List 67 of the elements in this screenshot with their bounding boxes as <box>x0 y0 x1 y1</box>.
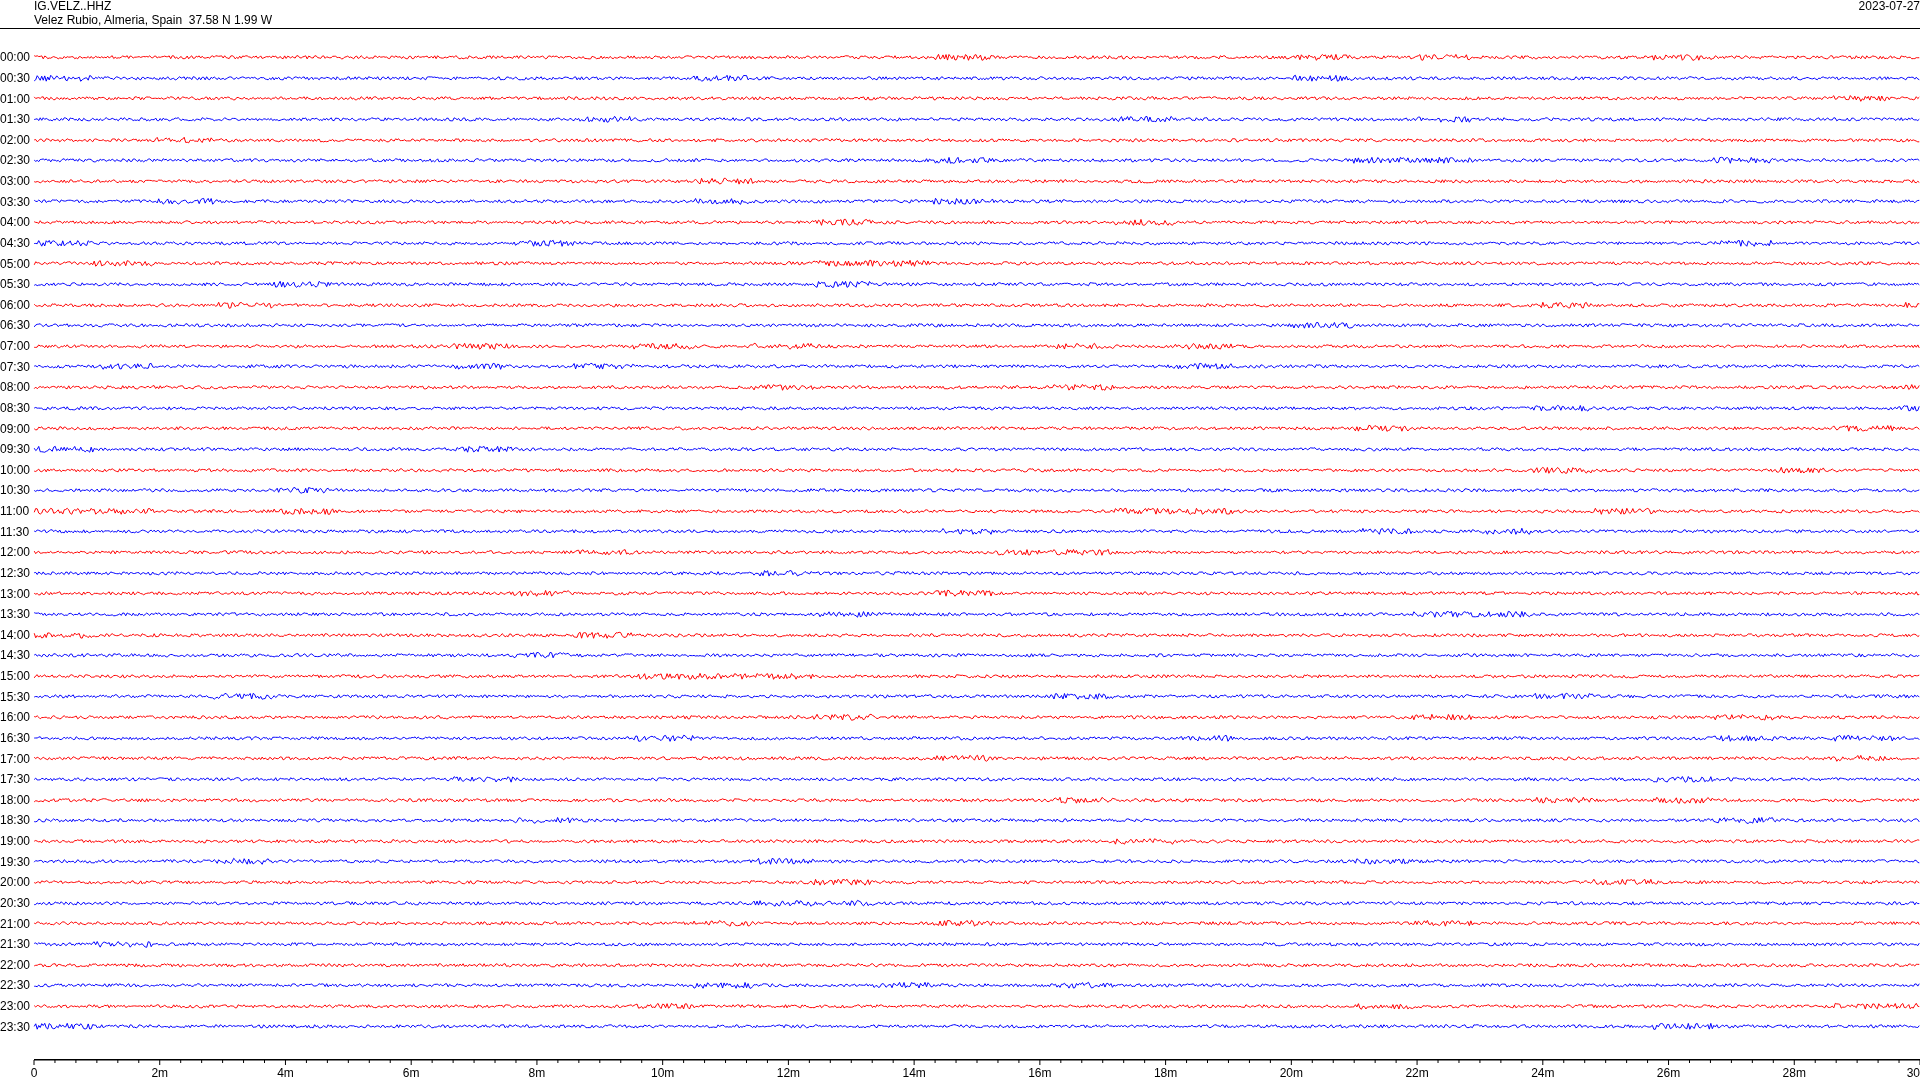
hour-label: 14:00 <box>0 628 32 641</box>
axis-tick-label: 28m <box>1782 1066 1806 1080</box>
hour-label: 09:00 <box>0 422 32 435</box>
axis-tick-label: 24m <box>1531 1066 1555 1080</box>
hour-label: 19:00 <box>0 835 32 848</box>
hour-label: 11:30 <box>0 525 31 538</box>
hour-label: 08:30 <box>0 401 32 414</box>
hour-label: 04:00 <box>0 216 32 229</box>
hour-label: 06:00 <box>0 298 32 311</box>
axis-tick-label: 30 <box>1906 1066 1920 1080</box>
axis-tick-label: 8m <box>528 1066 546 1080</box>
station-code: IG.VELZ..HHZ <box>34 0 113 13</box>
hour-label: 20:30 <box>0 896 32 909</box>
axis-tick-label: 18m <box>1153 1066 1178 1080</box>
hour-label: 23:00 <box>0 1000 32 1013</box>
hour-label: 16:00 <box>0 711 32 724</box>
hour-label: 19:30 <box>0 855 32 868</box>
hour-label: 00:30 <box>0 71 32 84</box>
hour-label: 12:30 <box>0 566 32 579</box>
hour-label: 18:30 <box>0 814 32 827</box>
hour-label: 02:00 <box>0 133 32 146</box>
axis-tick-label: 0 <box>30 1066 38 1080</box>
axis-tick-label: 10m <box>651 1066 675 1080</box>
axis-tick-label: 26m <box>1656 1066 1681 1080</box>
hour-label: 12:00 <box>0 546 32 559</box>
hour-label: 00:00 <box>0 51 32 64</box>
hour-label: 06:30 <box>0 319 32 332</box>
date-label: 2023-07-27 <box>1858 0 1920 15</box>
hour-label: 05:30 <box>0 278 32 291</box>
station-location: Velez Rubio, Almeria, Spain 37.58 N 1.99 W <box>34 14 273 27</box>
axis-tick-label: 14m <box>902 1066 926 1080</box>
axis-tick-label: 20m <box>1279 1066 1303 1080</box>
hour-label: 13:30 <box>0 608 32 621</box>
hour-label: 21:00 <box>0 917 32 930</box>
axis-tick-label: 6m <box>402 1066 420 1080</box>
hour-label: 10:30 <box>0 484 32 497</box>
hour-label: 15:30 <box>0 690 32 703</box>
hour-label: 07:30 <box>0 360 32 373</box>
axis-tick-label: 12m <box>776 1066 801 1080</box>
hour-label: 17:00 <box>0 752 32 765</box>
hour-label: 01:30 <box>0 113 32 126</box>
hour-label: 08:00 <box>0 381 32 394</box>
hour-label: 01:00 <box>0 92 32 105</box>
hour-label: 04:30 <box>0 236 32 249</box>
hour-label: 14:30 <box>0 649 32 662</box>
hour-label: 03:30 <box>0 195 32 208</box>
axis-tick-label: 22m <box>1405 1066 1429 1080</box>
hour-label: 17:30 <box>0 773 32 786</box>
hour-label: 21:30 <box>0 938 32 951</box>
hour-label: 02:30 <box>0 154 32 167</box>
hour-label: 09:30 <box>0 443 32 456</box>
hour-label: 15:00 <box>0 670 32 683</box>
hour-label: 05:00 <box>0 257 32 270</box>
axis-tick-label: 2m <box>151 1066 169 1080</box>
hour-label: 11:00 <box>0 505 31 518</box>
hour-label: 16:30 <box>0 731 32 744</box>
hour-label: 22:00 <box>0 958 32 971</box>
hour-label: 13:00 <box>0 587 32 600</box>
hour-label: 22:30 <box>0 979 32 992</box>
hour-label: 20:00 <box>0 876 32 889</box>
hour-label: 03:00 <box>0 175 32 188</box>
hour-label: 18:00 <box>0 793 32 806</box>
hour-label: 23:30 <box>0 1020 32 1033</box>
hour-label: 07:00 <box>0 340 32 353</box>
hour-label: 10:00 <box>0 463 32 476</box>
axis-tick-label: 16m <box>1028 1066 1052 1080</box>
axis-tick-label: 4m <box>277 1066 294 1080</box>
